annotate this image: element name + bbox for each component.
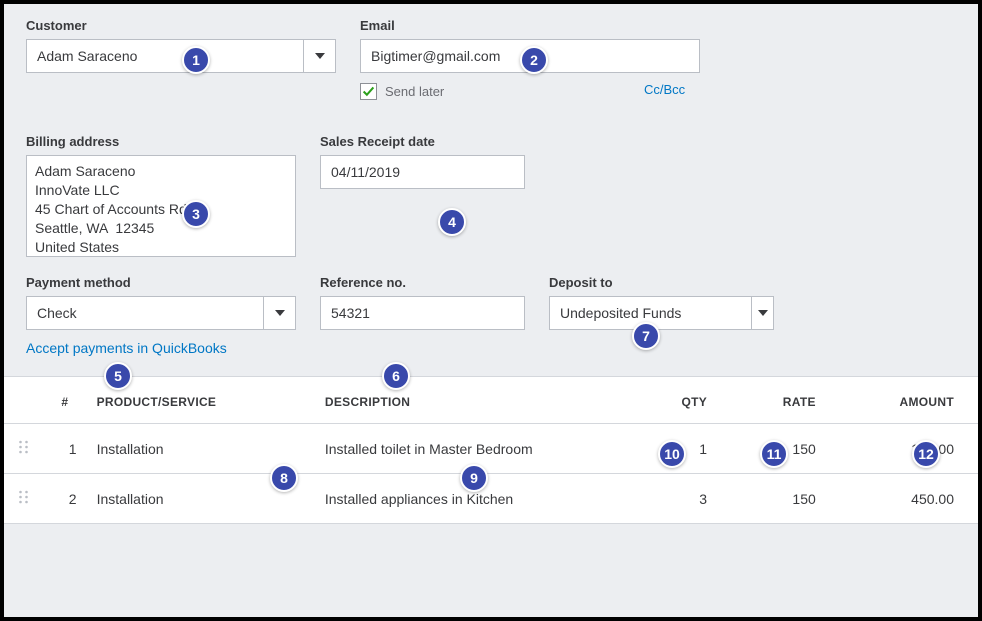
send-later-label: Send later — [385, 84, 444, 99]
drag-handle-icon[interactable] — [4, 474, 43, 524]
col-header-num: # — [43, 377, 86, 424]
caret-down-icon — [315, 53, 325, 59]
mid-section-2: Payment method Accept payments in QuickB… — [4, 257, 978, 356]
payment-method-combo[interactable] — [26, 296, 296, 330]
deposit-to-combo[interactable] — [549, 296, 774, 330]
customer-input[interactable] — [27, 40, 303, 72]
annotation-badge: 1 — [182, 46, 210, 74]
table-row[interactable]: 1 Installation Installed toilet in Maste… — [4, 424, 978, 474]
line-qty[interactable]: 3 — [630, 474, 717, 524]
receipt-date-input[interactable] — [321, 156, 524, 188]
billing-address-field: Billing address — [26, 134, 296, 257]
mid-section-1: Billing address Sales Receipt date — [4, 100, 978, 257]
annotation-badge: 12 — [912, 440, 940, 468]
payment-method-label: Payment method — [26, 275, 296, 290]
line-rate[interactable]: 150 — [717, 474, 826, 524]
customer-field: Customer — [26, 18, 336, 100]
email-label: Email — [360, 18, 700, 33]
sales-receipt-form: Customer Email Send later Cc/B — [4, 4, 978, 617]
caret-down-icon — [275, 310, 285, 316]
line-amount[interactable]: 450.00 — [826, 474, 978, 524]
reference-no-field: Reference no. — [320, 275, 525, 356]
line-number: 1 — [43, 424, 86, 474]
deposit-to-label: Deposit to — [549, 275, 774, 290]
reference-no-input-wrap — [320, 296, 525, 330]
customer-label: Customer — [26, 18, 336, 33]
table-header-row: # PRODUCT/SERVICE DESCRIPTION QTY RATE A… — [4, 377, 978, 424]
annotation-badge: 4 — [438, 208, 466, 236]
reference-no-input[interactable] — [321, 297, 524, 329]
annotation-badge: 8 — [270, 464, 298, 492]
annotation-badge: 5 — [104, 362, 132, 390]
annotation-badge: 10 — [658, 440, 686, 468]
annotation-badge: 6 — [382, 362, 410, 390]
annotation-badge: 7 — [632, 322, 660, 350]
line-amount[interactable]: 150.00 — [826, 424, 978, 474]
cc-bcc-link[interactable]: Cc/Bcc — [644, 82, 685, 97]
annotation-badge: 2 — [520, 46, 548, 74]
col-header-rate: RATE — [717, 377, 826, 424]
receipt-date-input-wrap — [320, 155, 525, 189]
accept-payments-link[interactable]: Accept payments in QuickBooks — [26, 340, 296, 356]
payment-method-dropdown-button[interactable] — [263, 297, 295, 329]
customer-dropdown-button[interactable] — [303, 40, 335, 72]
billing-address-textarea[interactable] — [26, 155, 296, 257]
line-number: 2 — [43, 474, 86, 524]
receipt-date-label: Sales Receipt date — [320, 134, 525, 149]
annotation-badge: 9 — [460, 464, 488, 492]
annotation-badge: 11 — [760, 440, 788, 468]
col-header-amount: AMOUNT — [826, 377, 978, 424]
send-later-checkbox[interactable] — [360, 83, 377, 100]
col-header-qty: QTY — [630, 377, 717, 424]
annotation-badge: 3 — [182, 200, 210, 228]
col-header-description: DESCRIPTION — [315, 377, 630, 424]
payment-method-field: Payment method Accept payments in QuickB… — [26, 275, 296, 356]
customer-combo[interactable] — [26, 39, 336, 73]
payment-method-input[interactable] — [27, 297, 263, 329]
billing-address-label: Billing address — [26, 134, 296, 149]
caret-down-icon — [758, 310, 768, 316]
deposit-to-field: Deposit to — [549, 275, 774, 356]
top-section: Customer Email Send later Cc/B — [4, 4, 978, 100]
line-items-table-area: # PRODUCT/SERVICE DESCRIPTION QTY RATE A… — [4, 376, 978, 524]
table-row[interactable]: 2 Installation Installed appliances in K… — [4, 474, 978, 524]
line-items-table: # PRODUCT/SERVICE DESCRIPTION QTY RATE A… — [4, 377, 978, 524]
deposit-to-dropdown-button[interactable] — [751, 297, 773, 329]
reference-no-label: Reference no. — [320, 275, 525, 290]
receipt-date-field: Sales Receipt date — [320, 134, 525, 257]
drag-handle-icon[interactable] — [4, 424, 43, 474]
